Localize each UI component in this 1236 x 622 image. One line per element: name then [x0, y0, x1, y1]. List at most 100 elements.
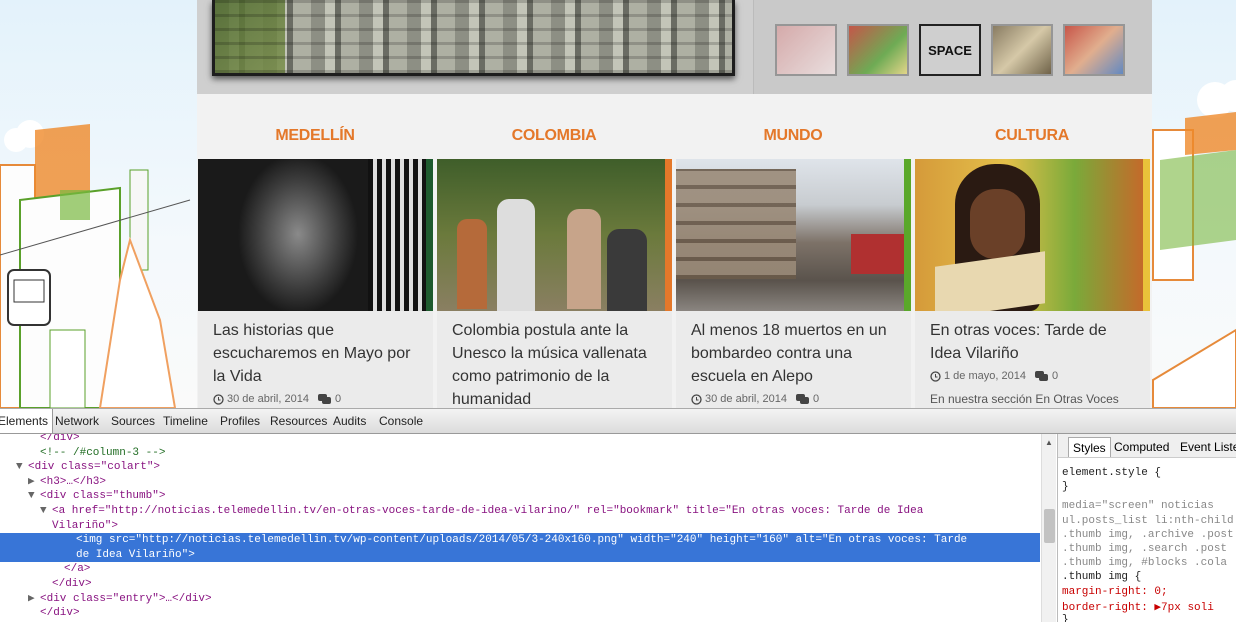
dom-markup: <img src="http://noticias.telemedellin.t…: [76, 534, 968, 547]
expanded-triangle-icon[interactable]: ▼: [28, 489, 40, 504]
tab-event-listeners[interactable]: Event Listeners: [1176, 437, 1236, 457]
category-heading-medellin[interactable]: MEDELLÍN: [198, 127, 432, 145]
scrollbar-thumb[interactable]: [1044, 509, 1055, 543]
article-card: Al menos 18 muertos en un bombardeo cont…: [676, 159, 911, 408]
article-title[interactable]: Al menos 18 muertos en un bombardeo cont…: [691, 319, 903, 388]
dom-markup: </a>: [64, 563, 91, 576]
article-title[interactable]: En otras voces: Tarde de Idea Vilariño: [930, 319, 1142, 365]
article-thumbnail[interactable]: [915, 159, 1143, 311]
collapsed-triangle-icon[interactable]: ▶: [28, 592, 40, 607]
comments-icon: [1034, 370, 1048, 381]
article-title[interactable]: Colombia postula ante la Unesco la músic…: [452, 319, 664, 408]
tab-resources[interactable]: Resources: [266, 409, 331, 433]
expanded-triangle-icon[interactable]: ▼: [40, 504, 52, 519]
article-date: 30 de abril, 2014: [227, 393, 309, 405]
clock-icon: [930, 370, 941, 382]
comment-count[interactable]: 0: [813, 393, 819, 405]
tab-timeline[interactable]: Timeline: [159, 409, 212, 433]
tab-elements[interactable]: Elements: [0, 409, 54, 433]
tab-network[interactable]: Network: [51, 409, 103, 433]
accent-bar: [904, 159, 911, 311]
dom-markup: </div>: [52, 578, 92, 590]
css-rule-line: .thumb img {: [1062, 571, 1142, 584]
article-card: En otras voces: Tarde de Idea Vilariño 1…: [915, 159, 1150, 408]
dom-markup: </div>: [40, 607, 80, 620]
article-card: Colombia postula ante la Unesco la músic…: [437, 159, 672, 408]
article-thumbnail[interactable]: [676, 159, 904, 311]
css-rule-line: element.style {: [1062, 467, 1162, 479]
comment-count[interactable]: 0: [335, 393, 341, 405]
tab-styles[interactable]: Styles: [1068, 437, 1111, 457]
dom-node[interactable]: Vilariño">: [0, 519, 1040, 534]
category-heading-cultura[interactable]: CULTURA: [915, 127, 1149, 145]
dom-node[interactable]: ▼ <a href="http://noticias.telemedellin.t…: [0, 504, 1040, 519]
dom-node[interactable]: <!-- /#column-3 -->: [0, 446, 1040, 461]
dom-node[interactable]: ▼ <div class="thumb">: [0, 489, 1040, 504]
css-property[interactable]: border-right: ▶7px soli: [1062, 600, 1214, 614]
dom-node-selected[interactable]: <img src="http://noticias.telemedellin.t…: [0, 533, 1040, 548]
article-excerpt: En nuestra sección En Otras Voces: [930, 392, 1119, 406]
css-rule-line: }: [1062, 481, 1069, 494]
dom-markup: <div class="thumb">: [40, 490, 166, 503]
comment-count[interactable]: 0: [1052, 370, 1058, 382]
dom-tree[interactable]: </div> <!-- /#column-3 --> ▼ <div class="c…: [0, 434, 1040, 622]
slider-main-image[interactable]: [212, 0, 735, 76]
css-rule-line: media="screen" noticias: [1062, 500, 1214, 513]
css-rule-line: .thumb img, #blocks .cola: [1062, 557, 1228, 570]
clock-icon: [213, 393, 224, 405]
css-property[interactable]: margin-right: 0;: [1062, 586, 1168, 598]
dom-node[interactable]: ▶ <div class="entry">…</div>: [0, 592, 1040, 607]
slider-thumb[interactable]: [847, 24, 909, 76]
collapsed-triangle-icon[interactable]: ▶: [28, 475, 40, 490]
accent-bar: [1143, 159, 1150, 311]
tab-profiles[interactable]: Profiles: [216, 409, 264, 433]
dom-node[interactable]: </div>: [0, 434, 1040, 446]
dom-comment: <!-- /#column-3 -->: [40, 446, 166, 459]
category-heading-mundo[interactable]: MUNDO: [676, 127, 910, 145]
slider-thumb-active[interactable]: SPACE: [919, 24, 981, 76]
scroll-up-arrow-icon[interactable]: ▲: [1045, 438, 1053, 447]
tab-computed[interactable]: Computed: [1110, 437, 1173, 457]
dom-node[interactable]: </a>: [0, 562, 1040, 577]
article-meta: 30 de abril, 2014 0: [213, 393, 341, 405]
article-thumbnail[interactable]: [437, 159, 665, 311]
dom-node[interactable]: </div>: [0, 577, 1040, 592]
styles-pane: Styles Computed Event Listeners element.…: [1057, 434, 1236, 622]
article-date: 1 de mayo, 2014: [944, 370, 1026, 382]
devtools-tab-bar: Elements Network Sources Timeline Profil…: [0, 409, 1236, 434]
article-thumbnail[interactable]: [198, 159, 426, 311]
slider-thumb[interactable]: [1063, 24, 1125, 76]
css-rule-line: }: [1062, 614, 1069, 622]
slider-thumb[interactable]: [991, 24, 1053, 76]
accent-bar: [665, 159, 672, 311]
browser-viewport: SPACE MEDELLÍN COLOMBIA MUNDO CULTURA La…: [0, 0, 1236, 622]
dom-node-selected[interactable]: de Idea Vilariño">: [0, 547, 1040, 563]
tab-console[interactable]: Console: [375, 409, 427, 433]
css-rule-line: ul.posts_list li:nth-child: [1062, 514, 1234, 527]
comments-icon: [795, 393, 809, 404]
dom-markup: </div>: [40, 434, 80, 444]
slider-thumb[interactable]: [775, 24, 837, 76]
dom-node[interactable]: ▼ <div class="colart">: [0, 460, 1040, 475]
dom-node[interactable]: </div>: [0, 606, 1040, 621]
category-heading-colombia[interactable]: COLOMBIA: [437, 127, 671, 145]
dom-node[interactable]: ▶ <h3>…</h3>: [0, 475, 1040, 490]
article-meta: 1 de mayo, 2014 0: [930, 370, 1058, 382]
dom-markup: <div class="colart">: [28, 461, 161, 474]
dom-scrollbar[interactable]: ▲: [1041, 434, 1056, 622]
devtools-panel: Elements Network Sources Timeline Profil…: [0, 408, 1236, 622]
expanded-triangle-icon[interactable]: ▼: [16, 460, 28, 475]
tab-sources[interactable]: Sources: [107, 409, 159, 433]
slider-thumbnails: SPACE: [753, 0, 1152, 94]
css-rule-line: .thumb img, .search .post: [1062, 543, 1228, 555]
css-rule-line: .thumb img, .archive .post: [1062, 528, 1234, 541]
article-date: 30 de abril, 2014: [705, 393, 787, 405]
slider-thumb-text: SPACE: [928, 42, 972, 58]
article-title[interactable]: Las historias que escucharemos en Mayo p…: [213, 319, 425, 388]
tab-audits[interactable]: Audits: [329, 409, 370, 433]
